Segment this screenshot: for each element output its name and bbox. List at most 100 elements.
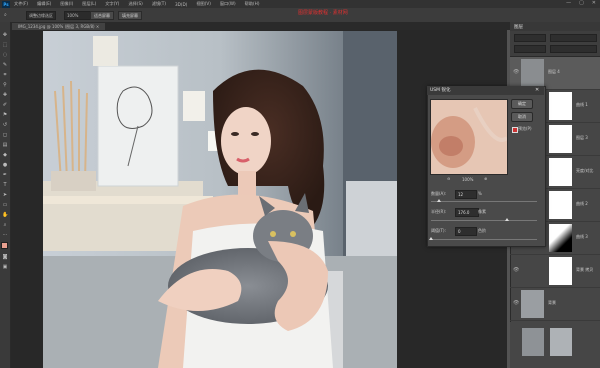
foreground-color-swatch[interactable] [1, 242, 8, 249]
zoom-field[interactable]: 100% [64, 11, 92, 20]
menu-image[interactable]: 图像(I) [60, 1, 73, 7]
menu-select[interactable]: 选择(S) [128, 1, 142, 7]
document-image[interactable] [43, 31, 397, 368]
dialog-title: USM 锐化 [430, 88, 451, 93]
layer-name: 曲线 3 [576, 234, 588, 239]
document-tab[interactable]: IMG_1234.jpg @ 100% (图层 3, RGB/8) × [12, 23, 106, 30]
blur-tool-icon[interactable]: ◆ [2, 152, 8, 158]
threshold-slider-knob[interactable] [429, 237, 433, 240]
menu-help[interactable]: 帮助(H) [245, 1, 260, 7]
history-brush-icon[interactable]: ↺ [2, 122, 8, 128]
pen-tool-icon[interactable]: ✒ [2, 172, 8, 178]
menu-filter[interactable]: 滤镜(T) [152, 1, 166, 7]
threshold-unit: 色阶 [478, 228, 486, 233]
mask-thumbnail [549, 257, 572, 285]
layer-name: 图层 3 [576, 135, 588, 140]
screen-mode-icon[interactable]: ▣ [2, 264, 8, 270]
threshold-slider-track[interactable] [431, 239, 537, 240]
layer-thumbnail [521, 290, 544, 318]
amount-input[interactable]: 12 [455, 190, 477, 199]
zoom-out-icon[interactable]: ⊖ [447, 176, 450, 181]
eyedropper-icon[interactable]: ⚲ [2, 82, 8, 88]
layers-options-bar [510, 31, 600, 57]
radius-slider-track[interactable] [431, 220, 537, 221]
brush-tool-icon[interactable]: ✐ [2, 102, 8, 108]
maximize-icon[interactable]: ▢ [579, 0, 584, 6]
preview-image [431, 100, 507, 174]
radius-label: 半径(R): [431, 209, 447, 214]
menu-3d[interactable]: 3D(D) [175, 2, 187, 7]
zoom-tool-icon[interactable]: ⌕ [4, 12, 12, 18]
amount-slider-track[interactable] [431, 201, 537, 202]
layer-name: 背景 [548, 300, 556, 305]
layer-thumbnail [521, 59, 544, 87]
healing-brush-icon[interactable]: ✚ [2, 92, 8, 98]
visibility-eye-icon[interactable]: 👁 [513, 267, 519, 273]
layer-name: 背景 拷贝 [576, 267, 594, 272]
path-select-icon[interactable]: ➤ [2, 192, 8, 198]
zoom-in-icon[interactable]: ⊕ [484, 176, 487, 181]
quick-select-icon[interactable]: ✎ [2, 62, 8, 68]
cancel-button[interactable]: 取消 [511, 112, 533, 122]
menu-bar: Ps 文件(F) 编辑(E) 图像(I) 图层(L) 文字(Y) 选择(S) 滤… [0, 0, 600, 8]
eraser-tool-icon[interactable]: ◻ [2, 132, 8, 138]
dodge-tool-icon[interactable]: ● [2, 162, 8, 168]
fit-screen-button[interactable]: 适合屏幕 [90, 11, 114, 20]
threshold-input[interactable]: 0 [455, 227, 477, 236]
crop-tool-icon[interactable]: ⌗ [2, 72, 8, 78]
layer-row[interactable]: 👁 背景 拷贝 [510, 255, 600, 288]
ok-button[interactable]: 确定 [511, 99, 533, 109]
layer-thumbnail [522, 328, 544, 356]
quick-mask-icon[interactable]: ◙ [2, 254, 8, 260]
layers-panel-header: 图层 [510, 22, 600, 31]
mask-thumbnail [549, 191, 572, 219]
shape-tool-icon[interactable]: ▭ [2, 202, 8, 208]
option-field[interactable]: 调整边缘选区 [26, 11, 56, 20]
amount-slider-knob[interactable] [437, 199, 442, 202]
menu-type[interactable]: 文字(Y) [105, 1, 119, 7]
menu-window[interactable]: 窗口(W) [220, 1, 236, 7]
hand-tool-icon[interactable]: ✋ [2, 212, 8, 218]
lasso-tool-icon[interactable]: ◌ [2, 52, 8, 58]
visibility-eye-icon[interactable]: 👁 [513, 69, 519, 75]
gradient-tool-icon[interactable]: ▤ [2, 142, 8, 148]
mask-thumbnail [549, 125, 572, 153]
window-controls: — ▢ ✕ [566, 0, 596, 6]
preview-zoom-level: 100% [462, 177, 474, 182]
photoshop-logo: Ps [2, 0, 10, 8]
radius-slider-knob[interactable] [505, 218, 510, 221]
marquee-tool-icon[interactable]: ⬚ [2, 42, 8, 48]
menu-edit[interactable]: 编辑(E) [37, 1, 51, 7]
visibility-eye-icon[interactable]: 👁 [513, 300, 519, 306]
layer-name: 曲线 2 [576, 201, 588, 206]
minimize-icon[interactable]: — [566, 0, 571, 6]
filter-preview[interactable] [430, 99, 508, 175]
layers-panel-title: 图层 [514, 25, 523, 30]
layer-filter-dropdown[interactable] [514, 34, 546, 42]
fill-field[interactable] [550, 45, 597, 53]
menu-layer[interactable]: 图层(L) [82, 1, 96, 7]
tools-panel: ✥ ⬚ ◌ ✎ ⌗ ⚲ ✚ ✐ ⚑ ↺ ◻ ▤ ◆ ● ✒ T ➤ ▭ ✋ ⌕ … [0, 22, 11, 368]
clone-stamp-icon[interactable]: ⚑ [2, 112, 8, 118]
opacity-field[interactable] [550, 34, 597, 42]
watermark-text: 图层蒙版教程 · 素材网 [298, 10, 348, 16]
close-icon[interactable]: ✕ [535, 87, 539, 93]
menu-view[interactable]: 视图(V) [196, 1, 211, 7]
layer-name: 亮度/对比 [576, 168, 594, 173]
move-tool-icon[interactable]: ✥ [2, 32, 8, 38]
mask-thumbnail [549, 92, 572, 120]
mask-thumbnail [549, 224, 572, 252]
fill-screen-button[interactable]: 填充屏幕 [118, 11, 142, 20]
threshold-label: 阈值(T): [431, 228, 446, 233]
type-tool-icon[interactable]: T [2, 182, 8, 188]
zoom-tool-icon[interactable]: ⌕ [2, 222, 8, 228]
close-icon[interactable]: ✕ [592, 0, 596, 6]
menu-file[interactable]: 文件(F) [14, 1, 28, 7]
layer-row[interactable]: 👁 背景 [510, 288, 600, 321]
mask-thumbnail [549, 158, 572, 186]
more-tools-icon[interactable]: ⋯ [2, 232, 8, 238]
radius-input[interactable]: 176.0 [455, 208, 479, 217]
layer-name: 图层 4 [548, 69, 560, 74]
blend-mode-dropdown[interactable] [514, 45, 546, 53]
layer-name: 曲线 1 [576, 102, 588, 107]
